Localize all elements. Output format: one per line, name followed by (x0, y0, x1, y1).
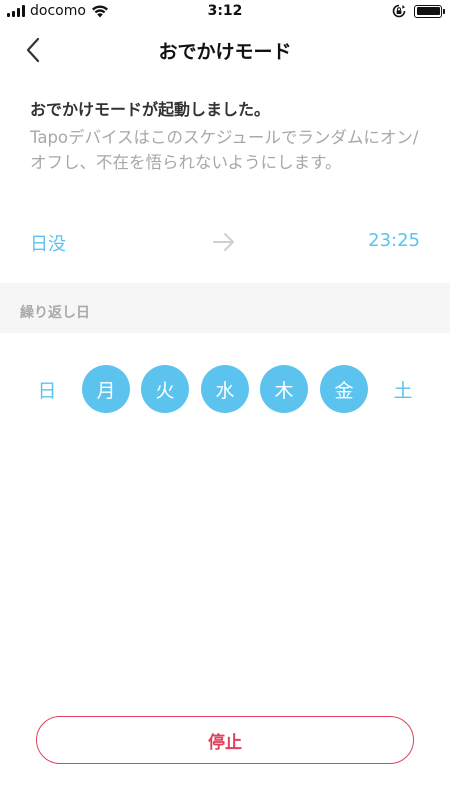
battery-icon (414, 4, 445, 18)
day-toggle-sunday[interactable]: 日 (23, 365, 71, 413)
day-toggle-friday[interactable]: 金 (320, 365, 368, 413)
page-title: おでかけモード (158, 41, 292, 63)
schedule-end-time[interactable]: 23:25 (368, 230, 420, 251)
day-toggle-wednesday[interactable]: 水 (201, 365, 249, 413)
battery-fill (416, 7, 440, 15)
day-toggle-monday[interactable]: 月 (82, 365, 130, 413)
day-toggle-saturday[interactable]: 土 (379, 365, 427, 413)
status-headline: おでかけモードが起動しました。 (30, 100, 271, 119)
repeat-days-label: 繰り返し日 (20, 305, 90, 321)
navigation-bar: おでかけモード (0, 24, 450, 76)
status-bar: docomo 3:12 (0, 0, 450, 24)
status-clock: 3:12 (207, 3, 243, 19)
status-description: Tapoデバイスはこのスケジュールでランダムにオン/オフし、不在を悟られないよう… (30, 128, 419, 172)
orientation-lock-icon (392, 4, 406, 18)
schedule-time-row[interactable]: 日没 23:25 (0, 222, 450, 262)
day-toggle-thursday[interactable]: 木 (260, 365, 308, 413)
weekday-selector: 日 月 火 水 木 金 土 (0, 365, 450, 415)
arrow-right-icon (213, 233, 234, 251)
status-right (392, 4, 445, 18)
repeat-days-section-header: 繰り返し日 (0, 283, 450, 333)
stop-button[interactable]: 停止 (36, 716, 414, 764)
schedule-start-time[interactable]: 日没 (30, 230, 66, 256)
day-toggle-tuesday[interactable]: 火 (141, 365, 189, 413)
